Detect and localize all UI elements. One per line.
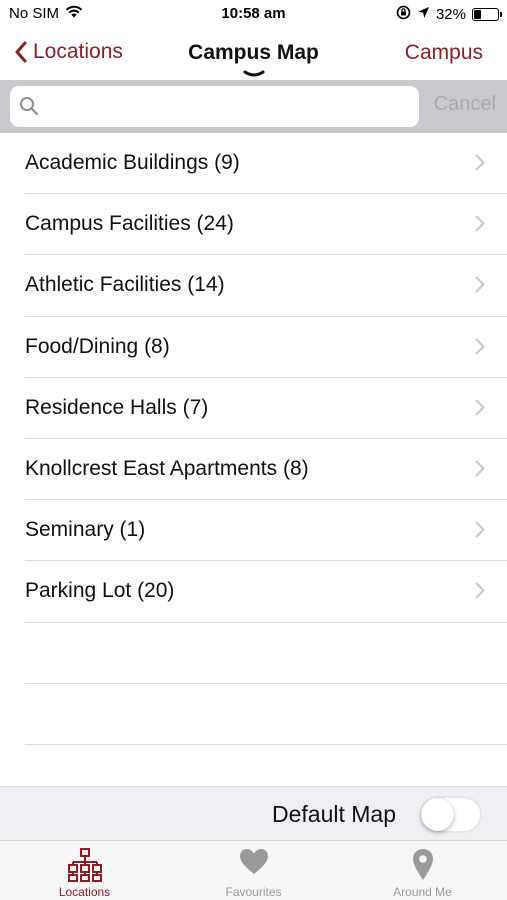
category-list: Academic Buildings (9) Campus Facilities… <box>0 133 507 745</box>
list-item-label: Academic Buildings (9) <box>25 151 240 174</box>
default-map-bar: Default Map <box>0 786 507 840</box>
list-item-label: Residence Halls (7) <box>25 395 209 419</box>
chevron-right-icon <box>475 154 485 171</box>
tab-favourites[interactable]: Favourites <box>169 841 338 900</box>
title-dropdown-icon[interactable] <box>243 70 265 78</box>
chevron-right-icon <box>475 460 485 477</box>
list-item-label: Food/Dining (8) <box>25 334 170 358</box>
list-item[interactable]: Campus Facilities (24) <box>25 194 507 256</box>
chevron-right-icon <box>475 276 485 293</box>
default-map-toggle[interactable] <box>419 796 482 833</box>
tab-around-me[interactable]: Around Me <box>338 841 507 900</box>
search-bar: Cancel <box>0 80 507 133</box>
map-pin-icon <box>338 847 507 883</box>
list-item[interactable]: Food/Dining (8) <box>25 317 507 378</box>
battery-percent: 32% <box>435 6 466 23</box>
list-item[interactable]: Residence Halls (7) <box>25 378 507 439</box>
empty-row <box>25 623 507 684</box>
list-item[interactable]: Athletic Facilities (14) <box>25 255 507 317</box>
list-item[interactable]: Parking Lot (20) <box>25 561 507 623</box>
list-item-label: Seminary (1) <box>25 518 146 542</box>
list-item-label: Knollcrest East Apartments (8) <box>25 456 309 480</box>
tab-bar: Locations Favourites Around Me <box>0 840 507 900</box>
battery-level <box>474 10 481 19</box>
location-arrow-icon <box>417 6 430 23</box>
sitemap-icon <box>0 847 169 883</box>
chevron-right-icon <box>475 582 485 599</box>
chevron-right-icon <box>475 399 485 416</box>
orientation-lock-icon <box>396 5 411 24</box>
list-item-label: Parking Lot (20) <box>25 579 175 603</box>
campus-button[interactable]: Campus <box>405 41 483 65</box>
tab-label: Around Me <box>393 885 452 899</box>
cancel-button[interactable]: Cancel <box>434 93 496 116</box>
tab-label: Favourites <box>225 885 282 899</box>
battery-icon <box>472 8 502 21</box>
list-item[interactable]: Knollcrest East Apartments (8) <box>25 439 507 501</box>
tab-locations[interactable]: Locations <box>0 841 169 900</box>
chevron-right-icon <box>475 338 485 355</box>
status-bar: No SIM 10:58 am 32% <box>0 0 507 30</box>
chevron-right-icon <box>475 215 485 232</box>
list-item[interactable]: Academic Buildings (9) <box>25 133 507 195</box>
empty-row <box>25 684 507 745</box>
heart-icon <box>169 847 338 883</box>
list-item-label: Athletic Facilities (14) <box>25 273 225 297</box>
list-item[interactable]: Seminary (1) <box>25 500 507 562</box>
navigation-bar: Locations Campus Map Campus <box>0 30 507 80</box>
default-map-label: Default Map <box>272 801 397 827</box>
chevron-right-icon <box>475 521 485 538</box>
list-item-label: Campus Facilities (24) <box>25 212 234 236</box>
status-right: 32% <box>396 5 502 24</box>
search-field[interactable] <box>10 86 419 127</box>
search-icon <box>20 97 39 116</box>
tab-label: Locations <box>58 885 111 899</box>
toggle-knob <box>421 798 454 831</box>
search-input[interactable] <box>48 86 408 127</box>
